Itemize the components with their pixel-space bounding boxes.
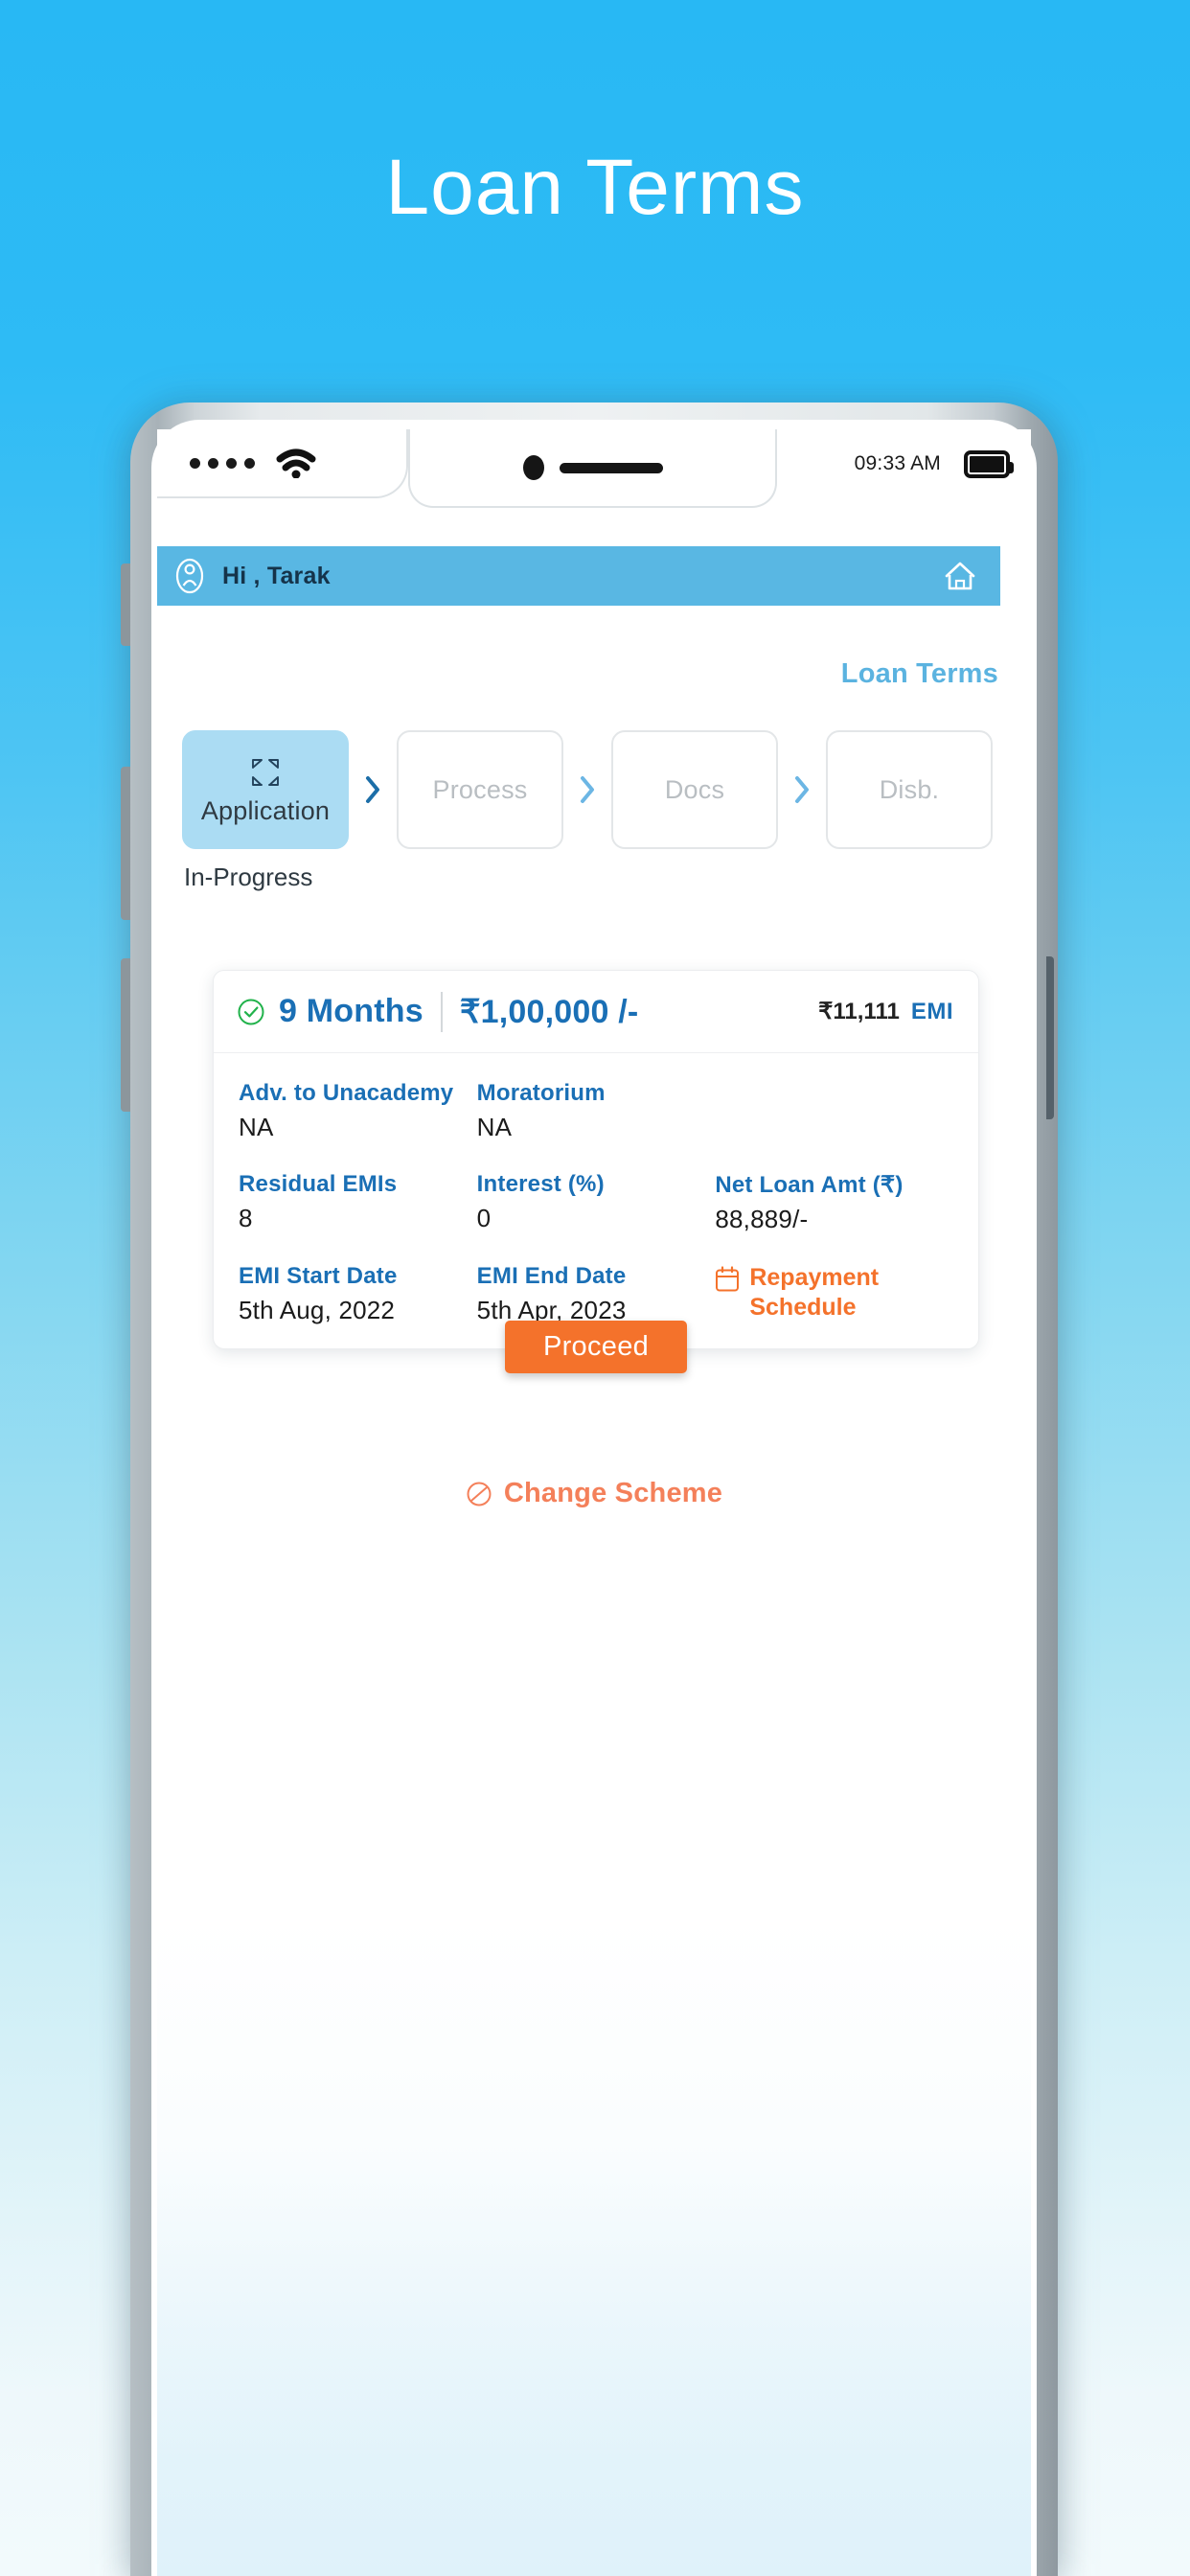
field-label: Adv. to Unacademy [239, 1080, 454, 1106]
field-label: Moratorium [476, 1080, 606, 1106]
field-spacer [715, 1080, 953, 1142]
field-net-loan-amount: Net Loan Amt (₹) 88,889/- [715, 1171, 953, 1234]
step-status-text: In-Progress [184, 862, 313, 891]
emi-label: EMI [910, 999, 953, 1024]
field-label: EMI Start Date [239, 1263, 398, 1289]
phone-button-silent[interactable] [121, 564, 130, 646]
repayment-schedule-link[interactable]: Repayment Schedule [715, 1263, 953, 1325]
change-scheme-link[interactable]: Change Scheme [157, 1478, 1031, 1509]
field-interest: Interest (%) 0 [477, 1171, 716, 1234]
field-label: Interest (%) [476, 1171, 605, 1197]
loan-amount: ₹1,00,000 /- [459, 993, 639, 1030]
loan-terms-card: 9 Months ₹1,00,000 /- ₹11,111 EMI Adv. t… [213, 970, 979, 1373]
page-title: Loan Terms [385, 144, 805, 231]
field-label: EMI End Date [476, 1263, 627, 1289]
repayment-schedule-label: Repayment Schedule [749, 1264, 880, 1321]
progress-stepper: Application Process Docs Disb. [182, 730, 993, 849]
speaker-bar-icon [559, 462, 663, 473]
loan-field-row: Adv. to Unacademy NA Moratorium NA [239, 1080, 953, 1142]
circle-slash-icon [466, 1481, 492, 1507]
greeting-text: Hi , Tarak [222, 562, 331, 589]
step-label: Process [432, 774, 528, 804]
field-emi-start-date: EMI Start Date 5th Aug, 2022 [239, 1263, 477, 1325]
step-chevron-1 [349, 730, 397, 849]
loan-tenure: 9 Months [279, 993, 423, 1029]
field-residual-emis: Residual EMIs 8 [239, 1171, 477, 1234]
field-value: 88,889/- [715, 1205, 809, 1233]
field-label: Net Loan Amt (₹) [715, 1172, 904, 1198]
step-label: Application [200, 795, 331, 825]
status-bar-time: 09:33 AM [854, 452, 941, 474]
field-value: 8 [239, 1204, 253, 1232]
loan-card-header: 9 Months ₹1,00,000 /- ₹11,111 EMI [214, 971, 978, 1053]
loan-terms-link[interactable]: Loan Terms [841, 658, 998, 690]
step-label: Disb. [879, 774, 940, 804]
field-label: Residual EMIs [239, 1171, 398, 1197]
phone-button-power[interactable] [1046, 956, 1054, 1119]
change-scheme-label: Change Scheme [503, 1478, 723, 1508]
app-header-bar: Hi , Tarak [157, 546, 1000, 606]
step-chevron-3 [778, 730, 826, 849]
phone-button-volume-up[interactable] [121, 767, 130, 920]
field-value: 0 [476, 1204, 492, 1232]
status-bar-left-pill [157, 429, 408, 498]
proceed-button-wrap: Proceed [214, 1321, 978, 1373]
status-bar-notch [408, 429, 777, 508]
emi-value: ₹11,111 [818, 999, 900, 1024]
loan-field-row: EMI Start Date 5th Aug, 2022 EMI End Dat… [239, 1263, 953, 1325]
field-adv-to-unacademy: Adv. to Unacademy NA [239, 1080, 477, 1142]
step-process[interactable]: Process [397, 730, 563, 849]
step-disbursement[interactable]: Disb. [826, 730, 993, 849]
loan-field-row: Residual EMIs 8 Interest (%) 0 Net Loan … [239, 1171, 953, 1234]
field-moratorium: Moratorium NA [477, 1080, 716, 1142]
home-icon[interactable] [939, 555, 981, 597]
circle-check-icon [237, 998, 265, 1026]
status-bar: 09:33 AM [157, 429, 1031, 508]
field-value: NA [476, 1113, 513, 1141]
expand-arrows-icon [245, 754, 286, 791]
battery-icon [964, 449, 1014, 478]
camera-dot-icon [522, 455, 544, 480]
step-label: Docs [664, 774, 725, 804]
signal-dots-icon [190, 457, 255, 469]
proceed-button[interactable]: Proceed [504, 1321, 688, 1373]
user-avatar-icon[interactable] [171, 557, 209, 595]
status-bar-right: 09:33 AM [854, 429, 1014, 498]
wifi-icon [276, 448, 316, 479]
calendar-icon [715, 1266, 740, 1293]
field-emi-end-date: EMI End Date 5th Apr, 2023 [477, 1263, 716, 1325]
header-divider [440, 991, 443, 1032]
loan-card-body: Adv. to Unacademy NA Moratorium NA Resid… [214, 1053, 978, 1348]
field-value: NA [239, 1113, 274, 1141]
step-docs[interactable]: Docs [611, 730, 778, 849]
phone-button-volume-down[interactable] [121, 958, 130, 1112]
emi-summary: ₹11,111 EMI [818, 998, 953, 1025]
step-application[interactable]: Application [182, 730, 349, 849]
step-chevron-2 [563, 730, 611, 849]
